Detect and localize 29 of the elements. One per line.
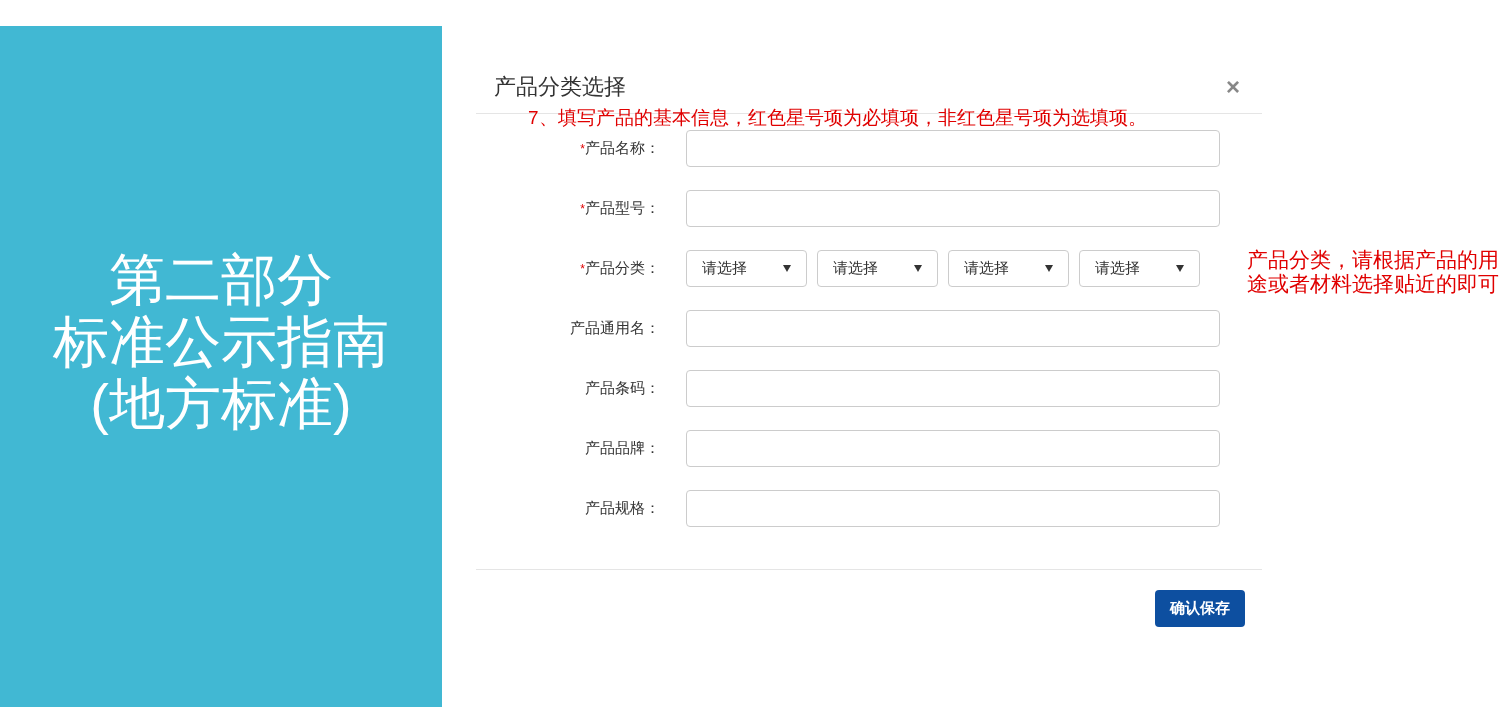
- input-field[interactable]: [686, 370, 1220, 407]
- input-field[interactable]: [686, 310, 1220, 347]
- side-note: 产品分类，请根据产品的用途或者材料选择贴近的即可: [1247, 248, 1499, 296]
- instruction-text: 7、填写产品的基本信息，红色星号项为必填项，非红色星号项为选填项。: [528, 106, 1148, 130]
- field-label: 产品通用名：: [570, 319, 660, 337]
- caret-icon: [1176, 265, 1184, 272]
- select-dropdown[interactable]: 请选择: [1079, 250, 1200, 287]
- input-field[interactable]: [686, 430, 1220, 467]
- input-field[interactable]: [686, 190, 1220, 227]
- slide-title: 标准公示指南: [53, 310, 389, 373]
- field-label: 产品条码：: [585, 379, 660, 397]
- field-label: *产品名称：: [580, 139, 660, 157]
- select-dropdown[interactable]: 请选择: [817, 250, 938, 287]
- save-button[interactable]: 确认保存: [1155, 590, 1245, 627]
- select-dropdown[interactable]: 请选择: [948, 250, 1069, 287]
- input-field[interactable]: [686, 490, 1220, 527]
- caret-icon: [1045, 265, 1053, 272]
- slide-title: 第二部分: [109, 248, 333, 311]
- select-dropdown[interactable]: 请选择: [686, 250, 807, 287]
- dialog-title: 产品分类选择: [494, 73, 626, 101]
- close-button[interactable]: ×: [1226, 74, 1240, 99]
- field-label: *产品型号：: [580, 199, 660, 217]
- caret-icon: [783, 265, 791, 272]
- field-label: 产品规格：: [585, 499, 660, 517]
- field-label: 产品品牌：: [585, 439, 660, 457]
- field-label: *产品分类：: [580, 259, 660, 277]
- caret-icon: [914, 265, 922, 272]
- input-field[interactable]: [686, 130, 1220, 167]
- slide-title: (地方标准): [90, 372, 352, 435]
